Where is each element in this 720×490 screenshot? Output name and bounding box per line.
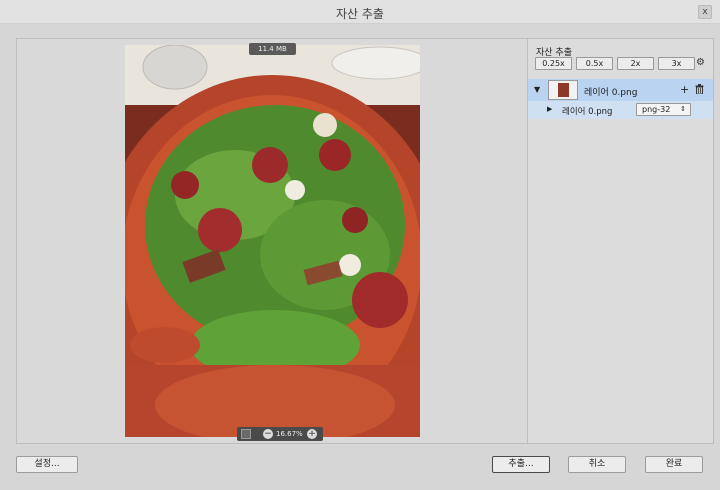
collapse-icon[interactable]: ▼ (534, 85, 540, 94)
format-select[interactable]: png-32 ⇕ (636, 103, 691, 116)
expand-icon[interactable]: ▶ (547, 105, 552, 113)
settings-button[interactable]: 설정... (16, 456, 78, 473)
asset-name[interactable]: 레이어 0.png (584, 85, 637, 98)
pizza-photo (125, 45, 420, 437)
add-icon[interactable]: + (680, 83, 689, 96)
scale-button-3x[interactable]: 3x (658, 57, 695, 70)
asset-row[interactable]: ▼ 레이어 0.png + (528, 79, 713, 101)
settings-gear-icon[interactable]: ⚙ (696, 58, 706, 68)
extract-button[interactable]: 추출... (492, 456, 550, 473)
trash-icon[interactable] (695, 84, 704, 97)
asset-thumbnail (548, 80, 578, 100)
file-size-badge: 11.4 MB (249, 43, 296, 55)
thumbnail-image (558, 83, 569, 97)
scale-button-2x[interactable]: 2x (617, 57, 654, 70)
done-button[interactable]: 완료 (645, 456, 703, 473)
window-title: 자산 추출 (336, 7, 384, 21)
title-bar: 자산 추출 x (0, 0, 720, 24)
scale-button-0.25x[interactable]: 0.25x (535, 57, 572, 70)
zoom-out-icon[interactable]: − (263, 429, 273, 439)
trash-glyph (695, 84, 704, 95)
close-button[interactable]: x (698, 5, 712, 19)
sub-asset-name[interactable]: 레이어 0.png (562, 105, 612, 117)
zoom-level: 16.67% (276, 430, 303, 438)
select-caret-icon: ⇕ (680, 105, 686, 113)
zoom-in-icon[interactable]: + (307, 429, 317, 439)
sub-asset-row[interactable]: ▶ 레이어 0.png png-32 ⇕ (528, 101, 713, 119)
cancel-button[interactable]: 취소 (568, 456, 626, 473)
preview-image (125, 45, 420, 437)
zoom-control: − 16.67% + (237, 427, 323, 441)
preview-pane: 11.4 MB − 16.67% + (16, 38, 528, 444)
asset-panel: 자산 추출 0.25x 0.5x 2x 3x ⚙ ▼ 레이어 0.png + ▶… (528, 38, 714, 444)
format-value: png-32 (642, 105, 671, 114)
fit-screen-icon[interactable] (241, 429, 251, 439)
scale-button-0.5x[interactable]: 0.5x (576, 57, 613, 70)
